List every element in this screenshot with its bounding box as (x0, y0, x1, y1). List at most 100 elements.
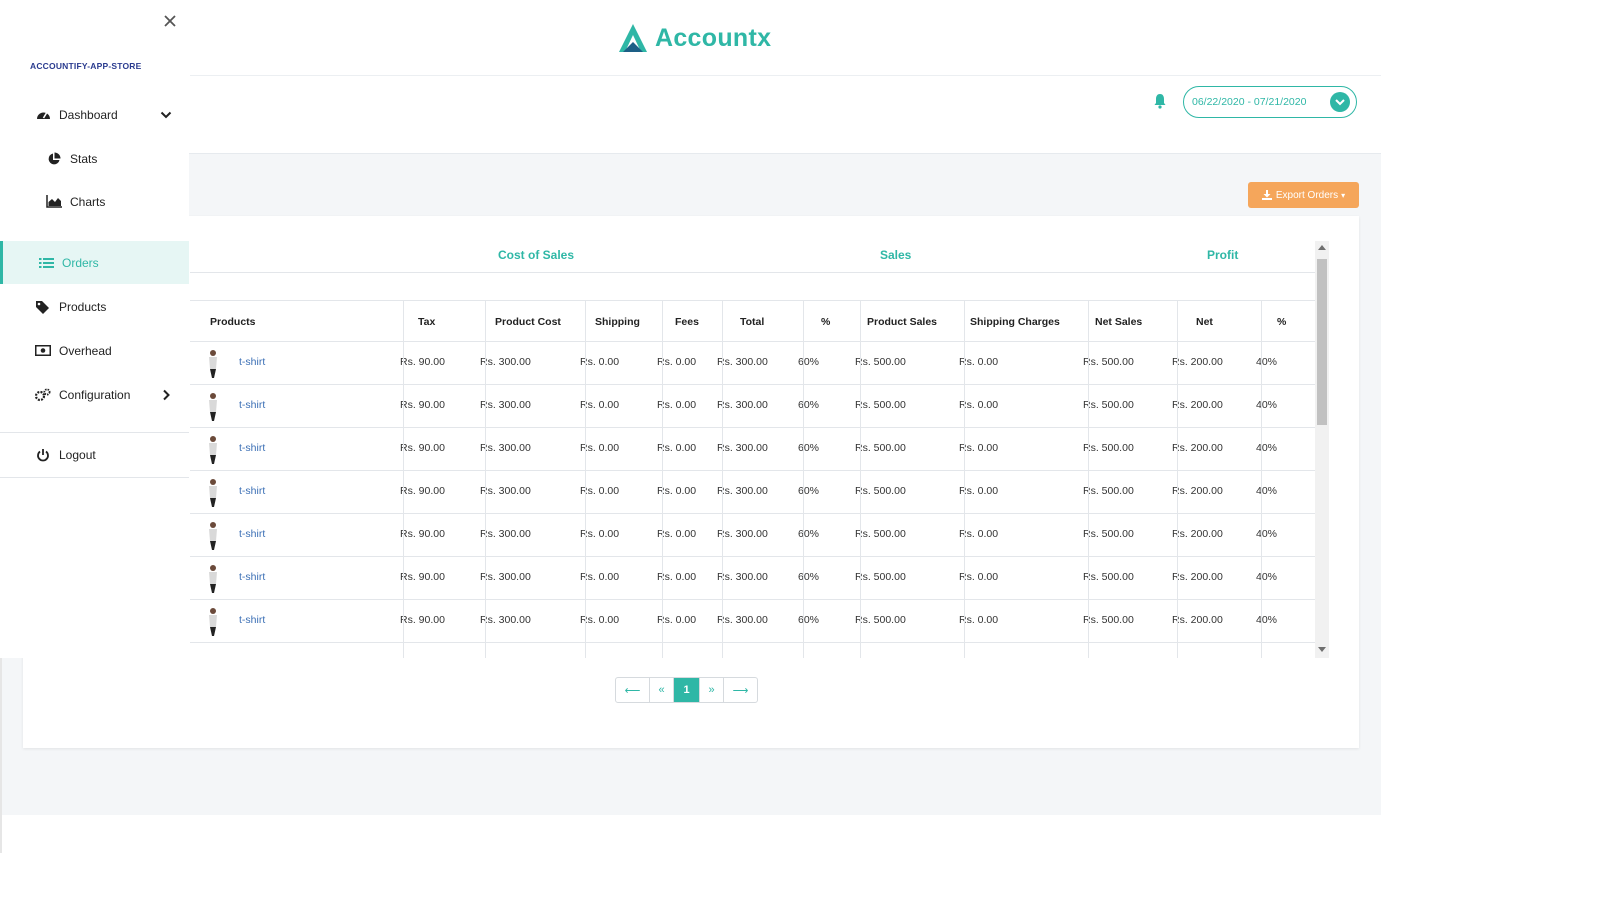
table-row[interactable]: t-shirt Rs. 90.00 Rs. 300.00 Rs. 0.00 Rs. 0.… (190, 471, 1315, 514)
product-thumbnail-icon[interactable] (203, 392, 223, 422)
chevron-down-icon[interactable] (160, 109, 172, 121)
table-cell: Rs. 300.00 (480, 442, 531, 454)
sidebar-item-orders[interactable]: Orders (0, 241, 189, 284)
product-link[interactable]: t-shirt (239, 442, 265, 454)
col-header-products[interactable]: Products (210, 316, 256, 328)
sidebar-item-logout[interactable]: Logout (0, 433, 189, 476)
col-header-profit-percent[interactable]: % (1277, 316, 1286, 328)
table-row[interactable]: t-shirt Rs. 90.00 Rs. 300.00 Rs. 0.00 Rs. 0.… (190, 557, 1315, 600)
column-divider (403, 301, 404, 658)
scroll-up-icon[interactable] (1318, 245, 1326, 250)
page-edge-line (0, 658, 2, 853)
table-cell: Rs. 500.00 (1083, 485, 1134, 497)
sidebar: ACCOUNTIFY-APP-STORE Dashboard Stats Cha… (0, 0, 189, 658)
sidebar-item-label: Stats (70, 151, 98, 166)
product-link[interactable]: t-shirt (239, 571, 265, 583)
column-divider (964, 301, 965, 658)
table-row[interactable]: t-shirt Rs. 90.00 Rs. 300.00 Rs. 0.00 Rs. 0.… (190, 385, 1315, 428)
table-cell: 40% (1256, 614, 1278, 626)
scroll-down-icon[interactable] (1318, 647, 1326, 652)
product-thumbnail-icon[interactable] (203, 349, 223, 379)
table-cell: 40% (1256, 442, 1278, 454)
col-header-net[interactable]: Net (1196, 316, 1213, 328)
sidebar-item-overhead[interactable]: Overhead (0, 329, 189, 372)
table-cell: Rs. 500.00 (855, 485, 906, 497)
chevron-right-icon[interactable] (160, 389, 172, 401)
next-page-button[interactable]: » (700, 678, 724, 702)
last-page-button[interactable]: ⟶ (724, 678, 757, 702)
col-header-total[interactable]: Total (740, 316, 764, 328)
table-row[interactable]: t-shirt Rs. 90.00 Rs. 300.00 Rs. 0.00 Rs. 0.… (190, 514, 1315, 557)
column-divider (1261, 301, 1262, 658)
sidebar-item-dashboard[interactable]: Dashboard (0, 93, 189, 136)
product-link[interactable]: t-shirt (239, 399, 265, 411)
table-group-header: Cost of Sales Sales Profit (190, 241, 1315, 273)
page-1-button[interactable]: 1 (674, 678, 700, 702)
table-cell: Rs. 90.00 (400, 614, 445, 626)
first-page-button[interactable]: ⟵ (616, 678, 650, 702)
sidebar-item-products[interactable]: Products (0, 285, 189, 328)
caret-down-icon: ▾ (1341, 190, 1346, 200)
table-cell: Rs. 300.00 (480, 571, 531, 583)
col-header-product-sales[interactable]: Product Sales (867, 316, 937, 328)
table-cell: Rs. 90.00 (400, 399, 445, 411)
table-cell: 60% (798, 614, 820, 626)
table-cell: Rs. 200.00 (1172, 356, 1223, 368)
product-thumbnail-icon[interactable] (203, 478, 223, 508)
col-header-shipping-charges[interactable]: Shipping Charges (970, 316, 1060, 328)
export-orders-button[interactable]: Export Orders ▾ (1248, 182, 1359, 208)
prev-page-button[interactable]: « (650, 678, 674, 702)
table-cell: Rs. 500.00 (1083, 399, 1134, 411)
product-link[interactable]: t-shirt (239, 614, 265, 626)
col-header-fees[interactable]: Fees (675, 316, 699, 328)
table-cell: Rs. 500.00 (855, 571, 906, 583)
table-cell: Rs. 500.00 (1083, 356, 1134, 368)
column-divider (860, 301, 861, 658)
sidebar-item-charts[interactable]: Charts (0, 180, 189, 223)
sidebar-item-stats[interactable]: Stats (0, 137, 189, 180)
product-thumbnail-icon[interactable] (203, 435, 223, 465)
sidebar-item-configuration[interactable]: Configuration (0, 373, 189, 416)
table-cell: 60% (798, 571, 820, 583)
scrollbar-thumb[interactable] (1317, 259, 1327, 425)
sidebar-item-label: Products (59, 299, 107, 314)
column-divider (585, 301, 586, 658)
table-cell: Rs. 500.00 (1083, 442, 1134, 454)
column-divider (1088, 301, 1089, 658)
product-link[interactable]: t-shirt (239, 528, 265, 540)
product-link[interactable]: t-shirt (239, 485, 265, 497)
table-cell: Rs. 90.00 (400, 442, 445, 454)
col-header-net-sales[interactable]: Net Sales (1095, 316, 1142, 328)
date-range-picker[interactable]: 06/22/2020 - 07/21/2020 (1183, 86, 1357, 118)
col-header-shipping[interactable]: Shipping (595, 316, 640, 328)
tags-icon (35, 299, 51, 315)
bell-icon[interactable] (1153, 93, 1167, 109)
col-header-cost-percent[interactable]: % (821, 316, 830, 328)
table-cell: 40% (1256, 356, 1278, 368)
chevron-down-icon[interactable] (1330, 92, 1350, 112)
col-header-tax[interactable]: Tax (418, 316, 435, 328)
col-header-product-cost[interactable]: Product Cost (495, 316, 561, 328)
sidebar-item-label: Configuration (59, 387, 131, 402)
table-cell: Rs. 300.00 (480, 356, 531, 368)
sidebar-item-label: Orders (62, 255, 99, 270)
table-cell: 60% (798, 528, 820, 540)
close-icon[interactable] (163, 14, 177, 28)
column-divider (1177, 301, 1178, 658)
product-thumbnail-icon[interactable] (203, 564, 223, 594)
table-row[interactable]: t-shirt Rs. 90.00 Rs. 300.00 Rs. 0.00 Rs. 0.… (190, 600, 1315, 643)
sidebar-item-label: Logout (59, 447, 96, 462)
column-divider (803, 301, 804, 658)
product-link[interactable]: t-shirt (239, 356, 265, 368)
table-cell: 60% (798, 356, 820, 368)
table-scrollbar[interactable] (1315, 241, 1329, 658)
product-thumbnail-icon[interactable] (203, 521, 223, 551)
table-cell: Rs. 300.00 (717, 399, 768, 411)
table-row[interactable]: t-shirt Rs. 90.00 Rs. 300.00 Rs. 0.00 Rs. 0.… (190, 342, 1315, 385)
table-cell: 40% (1256, 528, 1278, 540)
download-icon (1261, 190, 1272, 200)
sidebar-item-label: Overhead (59, 343, 112, 358)
table-row[interactable]: t-shirt Rs. 90.00 Rs. 300.00 Rs. 0.00 Rs. 0.… (190, 428, 1315, 471)
brand-logo[interactable]: Accountx (617, 18, 771, 58)
product-thumbnail-icon[interactable] (203, 607, 223, 637)
